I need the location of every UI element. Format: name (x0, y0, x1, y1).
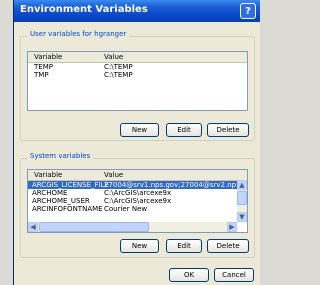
variable-name: ARCGIS_LICENSE_FILE (32, 181, 109, 189)
variable-name: ARCINFOFONTNAME (32, 205, 103, 213)
variable-name: TMP (34, 71, 49, 79)
table-row[interactable]: ARCHOME C:\ArcGIS\arcexe9x (28, 189, 237, 197)
system-delete-button[interactable]: Delete (207, 239, 249, 253)
column-header-variable[interactable]: Variable (34, 53, 62, 61)
horizontal-scrollbar[interactable]: ◀ ▶ (28, 222, 237, 232)
column-header-variable[interactable]: Variable (34, 171, 62, 179)
variable-value: 27004@srv1.nps.gov;27004@srv2.np (104, 181, 237, 189)
variable-name: ARCHOME_USER (32, 197, 90, 205)
variable-value: Courier New (104, 205, 148, 213)
system-variables-list[interactable]: Variable Value ARCGIS_LICENSE_FILE 27004… (27, 169, 248, 233)
user-variables-list[interactable]: Variable Value TEMP C:\TEMP TMP C:\TEMP (27, 51, 248, 111)
list-header: Variable Value (28, 52, 247, 63)
ok-button[interactable]: OK (169, 268, 209, 282)
system-variables-group: System variables Variable Value ARCGIS_L… (20, 152, 255, 258)
variable-name: TEMP (34, 63, 53, 71)
user-variables-title: User variables for hgranger (27, 30, 130, 38)
variable-value: C:\TEMP (104, 63, 133, 71)
variable-name: ARCHOME (32, 189, 68, 197)
list-header: Variable Value (28, 170, 247, 181)
variable-value: C:\TEMP (104, 71, 133, 79)
user-new-button[interactable]: New (120, 123, 159, 137)
system-edit-button[interactable]: Edit (166, 239, 202, 253)
up-arrow-icon[interactable]: ▲ (237, 180, 247, 190)
user-variables-group: User variables for hgranger Variable Val… (20, 30, 255, 141)
table-row[interactable]: ARCGIS_LICENSE_FILE 27004@srv1.nps.gov;2… (28, 181, 237, 189)
table-row[interactable]: TEMP C:\TEMP (28, 63, 247, 71)
left-arrow-icon[interactable]: ◀ (28, 222, 38, 232)
vertical-scroll-thumb[interactable] (237, 191, 247, 205)
title-bar[interactable]: Environment Variables ? (14, 0, 260, 22)
vertical-scrollbar[interactable]: ▲ ▼ (237, 180, 247, 222)
cancel-button[interactable]: Cancel (214, 268, 254, 282)
variable-value: C:\ArcGIS\arcexe9x (104, 197, 172, 205)
table-row[interactable]: ARCINFOFONTNAME Courier New (28, 205, 237, 213)
user-edit-button[interactable]: Edit (166, 123, 202, 137)
horizontal-scroll-thumb[interactable] (39, 222, 149, 232)
down-arrow-icon[interactable]: ▼ (237, 212, 247, 222)
system-variables-title: System variables (27, 152, 94, 160)
help-button[interactable]: ? (240, 3, 256, 19)
table-row[interactable]: TMP C:\TEMP (28, 71, 247, 79)
system-new-button[interactable]: New (120, 239, 159, 253)
column-header-value[interactable]: Value (104, 53, 123, 61)
environment-variables-dialog: Environment Variables ? User variables f… (13, 0, 260, 285)
user-delete-button[interactable]: Delete (207, 123, 249, 137)
window-title: Environment Variables (20, 4, 148, 15)
right-arrow-icon[interactable]: ▶ (227, 222, 237, 232)
variable-value: C:\ArcGIS\arcexe9x (104, 189, 172, 197)
column-header-value[interactable]: Value (104, 171, 123, 179)
table-row[interactable]: ARCHOME_USER C:\ArcGIS\arcexe9x (28, 197, 237, 205)
